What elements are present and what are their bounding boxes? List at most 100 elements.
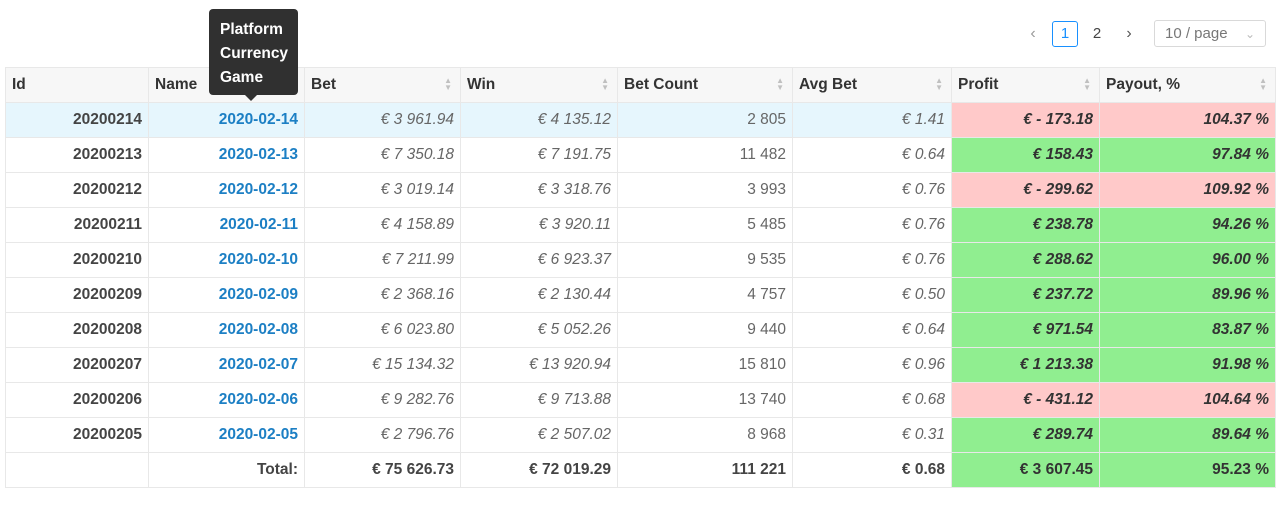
page-size-select[interactable]: 10 / page ⌄ bbox=[1154, 20, 1266, 47]
column-header-bet[interactable]: Bet ▲ ▼ bbox=[304, 67, 461, 103]
cell-id: 20200207 bbox=[5, 347, 149, 383]
cell-bet-count: 5 485 bbox=[617, 207, 793, 243]
cell-name-link[interactable]: 2020-02-14 bbox=[148, 102, 305, 138]
cell-payout: 97.84 % bbox=[1099, 137, 1276, 173]
cell-name-link[interactable]: 2020-02-13 bbox=[148, 137, 305, 173]
page-size-value: 10 / page bbox=[1165, 25, 1228, 42]
column-header-avg-bet[interactable]: Avg Bet ▲ ▼ bbox=[792, 67, 952, 103]
cell-avg-bet: € 0.76 bbox=[792, 242, 952, 278]
cell-avg-bet: € 0.96 bbox=[792, 347, 952, 383]
table-row[interactable]: 20200214 2020-02-14 € 3 961.94 € 4 135.12 2 … bbox=[5, 102, 1276, 138]
total-avg-bet: € 0.68 bbox=[792, 452, 952, 488]
cell-name-link[interactable]: 2020-02-09 bbox=[148, 277, 305, 313]
cell-id: 20200213 bbox=[5, 137, 149, 173]
column-label: Win bbox=[467, 76, 496, 93]
table-row[interactable]: 20200208 2020-02-08 € 6 023.80 € 5 052.26 9 … bbox=[5, 312, 1276, 348]
cell-bet-count: 11 482 bbox=[617, 137, 793, 173]
sort-caret-icon[interactable]: ▲▼ bbox=[1083, 77, 1091, 92]
cell-name-link[interactable]: 2020-02-12 bbox=[148, 172, 305, 208]
cell-profit: € - 431.12 bbox=[951, 382, 1100, 418]
cell-name-link[interactable]: 2020-02-08 bbox=[148, 312, 305, 348]
cell-bet: € 7 350.18 bbox=[304, 137, 461, 173]
table-row[interactable]: 20200207 2020-02-07 € 15 134.32 € 13 920.94… bbox=[5, 347, 1276, 383]
column-label: Avg Bet bbox=[799, 76, 857, 93]
cell-name-link[interactable]: 2020-02-10 bbox=[148, 242, 305, 278]
cell-win: € 7 191.75 bbox=[460, 137, 618, 173]
cell-name-link[interactable]: 2020-02-11 bbox=[148, 207, 305, 243]
column-header-win[interactable]: Win ▲ ▼ bbox=[460, 67, 618, 103]
page-1-button[interactable]: 1 bbox=[1052, 20, 1078, 47]
sort-caret-icon[interactable]: ▲▼ bbox=[935, 77, 943, 92]
sort-caret-icon[interactable]: ▲▼ bbox=[444, 77, 452, 92]
table-row[interactable]: 20200211 2020-02-11 € 4 158.89 € 3 920.11 5 … bbox=[5, 207, 1276, 243]
total-bet: € 75 626.73 bbox=[304, 452, 461, 488]
cell-profit: € 288.62 bbox=[951, 242, 1100, 278]
cell-profit: € 158.43 bbox=[951, 137, 1100, 173]
cell-avg-bet: € 0.31 bbox=[792, 417, 952, 453]
cell-avg-bet: € 0.64 bbox=[792, 312, 952, 348]
cell-bet: € 7 211.99 bbox=[304, 242, 461, 278]
cell-name-link[interactable]: 2020-02-06 bbox=[148, 382, 305, 418]
cell-bet-count: 9 440 bbox=[617, 312, 793, 348]
total-win: € 72 019.29 bbox=[460, 452, 618, 488]
tooltip-line-currency: Currency bbox=[220, 45, 289, 62]
page-2-button[interactable]: 2 bbox=[1084, 21, 1110, 47]
cell-payout: 96.00 % bbox=[1099, 242, 1276, 278]
cell-win: € 3 920.11 bbox=[460, 207, 618, 243]
sort-caret-icon[interactable]: ▲▼ bbox=[601, 77, 609, 92]
table-row[interactable]: 20200209 2020-02-09 € 2 368.16 € 2 130.44 4 … bbox=[5, 277, 1276, 313]
pagination: ‹ 1 2 › 10 / page ⌄ bbox=[1020, 20, 1266, 47]
cell-bet: € 3 961.94 bbox=[304, 102, 461, 138]
cell-name-link[interactable]: 2020-02-05 bbox=[148, 417, 305, 453]
column-label: Name bbox=[155, 76, 198, 93]
cell-win: € 2 507.02 bbox=[460, 417, 618, 453]
cell-avg-bet: € 1.41 bbox=[792, 102, 952, 138]
column-header-bet-count[interactable]: Bet Count ▲ ▼ bbox=[617, 67, 793, 103]
cell-bet: € 4 158.89 bbox=[304, 207, 461, 243]
cell-profit: € 289.74 bbox=[951, 417, 1100, 453]
cell-id: 20200206 bbox=[5, 382, 149, 418]
column-label: Bet Count bbox=[624, 76, 699, 93]
tooltip-arrow bbox=[245, 95, 257, 101]
cell-name-link[interactable]: 2020-02-07 bbox=[148, 347, 305, 383]
cell-win: € 9 713.88 bbox=[460, 382, 618, 418]
total-profit: € 3 607.45 bbox=[951, 452, 1100, 488]
table-row[interactable]: 20200212 2020-02-12 € 3 019.14 € 3 318.76 3 … bbox=[5, 172, 1276, 208]
cell-bet-count: 3 993 bbox=[617, 172, 793, 208]
cell-avg-bet: € 0.64 bbox=[792, 137, 952, 173]
sort-caret-icon[interactable]: ▲▼ bbox=[1259, 77, 1267, 92]
column-header-profit[interactable]: Profit ▲ ▼ bbox=[951, 67, 1100, 103]
next-page-icon[interactable]: › bbox=[1116, 21, 1142, 47]
cell-win: € 4 135.12 bbox=[460, 102, 618, 138]
cell-bet: € 9 282.76 bbox=[304, 382, 461, 418]
total-label: Total: bbox=[148, 452, 305, 488]
table-row[interactable]: 20200213 2020-02-13 € 7 350.18 € 7 191.75 11… bbox=[5, 137, 1276, 173]
cell-id: 20200212 bbox=[5, 172, 149, 208]
cell-avg-bet: € 0.68 bbox=[792, 382, 952, 418]
table-row[interactable]: 20200206 2020-02-06 € 9 282.76 € 9 713.88 13… bbox=[5, 382, 1276, 418]
cell-bet-count: 9 535 bbox=[617, 242, 793, 278]
table-header-row: Id Name ▲▼ Bet ▲▼ Win ▲▼ Bet Count ▲▼ Av… bbox=[5, 67, 1276, 103]
cell-id: 20200209 bbox=[5, 277, 149, 313]
sort-caret-icon[interactable]: ▲▼ bbox=[776, 77, 784, 92]
cell-id: 20200214 bbox=[5, 102, 149, 138]
cell-win: € 2 130.44 bbox=[460, 277, 618, 313]
column-label: Profit bbox=[958, 76, 999, 93]
column-label: Id bbox=[12, 76, 26, 93]
cell-bet: € 2 796.76 bbox=[304, 417, 461, 453]
chevron-down-icon: ⌄ bbox=[1244, 26, 1255, 41]
cell-profit: € 238.78 bbox=[951, 207, 1100, 243]
table-row[interactable]: 20200205 2020-02-05 € 2 796.76 € 2 507.02 8 … bbox=[5, 417, 1276, 453]
total-bet-count: 111 221 bbox=[617, 452, 793, 488]
column-header-payout[interactable]: Payout, % ▲ ▼ bbox=[1099, 67, 1276, 103]
cell-id: 20200205 bbox=[5, 417, 149, 453]
cell-profit: € - 299.62 bbox=[951, 172, 1100, 208]
cell-bet-count: 8 968 bbox=[617, 417, 793, 453]
prev-page-icon[interactable]: ‹ bbox=[1020, 21, 1046, 47]
table-row[interactable]: 20200210 2020-02-10 € 7 211.99 € 6 923.37 9 … bbox=[5, 242, 1276, 278]
cell-profit: € 971.54 bbox=[951, 312, 1100, 348]
cell-payout: 91.98 % bbox=[1099, 347, 1276, 383]
stats-table: Id Name ▲▼ Bet ▲▼ Win ▲▼ Bet Count ▲▼ Av… bbox=[5, 67, 1276, 488]
cell-bet: € 6 023.80 bbox=[304, 312, 461, 348]
cell-bet: € 3 019.14 bbox=[304, 172, 461, 208]
